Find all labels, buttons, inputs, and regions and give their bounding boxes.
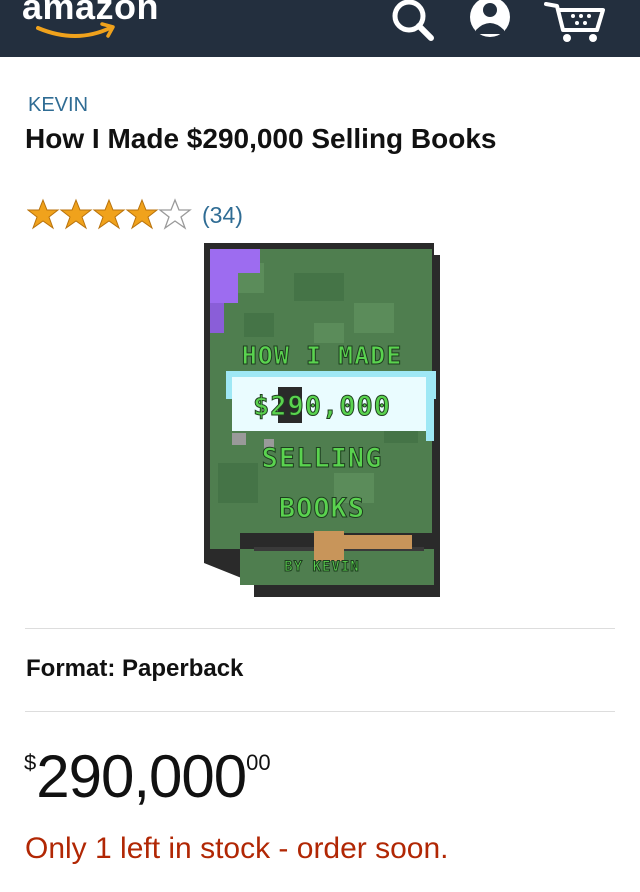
star-icon: [92, 198, 126, 230]
product-title: How I Made $290,000 Selling Books: [25, 123, 497, 154]
cover-byline: BY KEVIN: [284, 559, 360, 576]
cover-title-line4: BOOKS: [278, 493, 366, 525]
price-currency: $: [24, 750, 37, 775]
price-whole: 290,000: [36, 743, 247, 810]
stock-status: Only 1 left in stock - order soon.: [25, 832, 449, 865]
top-nav-bar: amazon: [0, 0, 640, 57]
search-icon[interactable]: [387, 0, 437, 46]
cover-title-line1: HOW I MADE: [241, 341, 403, 371]
cover-title-line2: $290,000: [252, 391, 392, 423]
cover-title-line3: SELLING: [261, 443, 383, 475]
format-selector[interactable]: Format: Paperback: [26, 655, 243, 683]
star-rating: [26, 198, 192, 230]
divider: [25, 711, 615, 712]
book-cover-image[interactable]: HOW I MADE $290,000 SELLING BOOKS BY KEV…: [204, 243, 440, 597]
review-count-link[interactable]: (34): [202, 202, 243, 229]
star-icon: [59, 198, 93, 230]
amazon-smile-icon: [36, 22, 115, 38]
star-empty-icon: [158, 198, 192, 230]
price-fraction: 00: [246, 750, 271, 775]
price-display: $290,00000: [24, 742, 271, 811]
star-icon: [125, 198, 159, 230]
divider: [25, 628, 615, 629]
rating-row[interactable]: (34): [26, 198, 243, 236]
account-icon[interactable]: [464, 0, 516, 46]
author-link[interactable]: KEVIN: [28, 94, 88, 117]
cart-icon[interactable]: [543, 0, 609, 46]
star-icon: [26, 198, 60, 230]
